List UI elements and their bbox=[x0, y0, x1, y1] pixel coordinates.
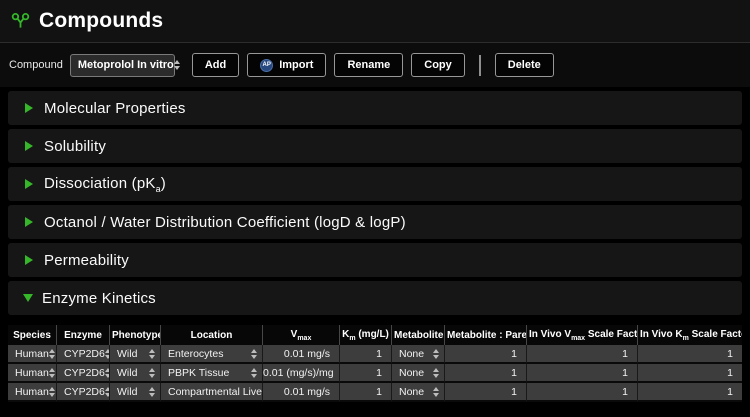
add-button[interactable]: Add bbox=[192, 53, 239, 77]
section-list: Molecular Properties Solubility Dissocia… bbox=[0, 87, 750, 315]
section-enzyme-kinetics[interactable]: Enzyme Kinetics bbox=[8, 281, 742, 315]
location-select[interactable]: Compartmental Liver bbox=[161, 383, 262, 400]
invivo-vmax-scale-factor-field[interactable]: 1 bbox=[527, 364, 638, 383]
updown-spinner-icon[interactable] bbox=[49, 349, 55, 359]
invivo-km-scale-factor-field[interactable]: 1 bbox=[638, 345, 742, 364]
rename-button-label: Rename bbox=[347, 59, 390, 71]
km-field[interactable]: 1 bbox=[340, 345, 392, 364]
header-km: Km (mg/L) bbox=[340, 325, 392, 345]
section-label: Solubility bbox=[44, 138, 106, 155]
location-select[interactable]: PBPK Tissue bbox=[161, 364, 262, 381]
section-label: Permeability bbox=[44, 252, 129, 269]
chevron-right-icon bbox=[25, 255, 33, 265]
metabolite-parent-field[interactable]: 1 bbox=[445, 364, 527, 383]
updown-spinner-icon[interactable] bbox=[174, 60, 180, 70]
updown-spinner-icon[interactable] bbox=[433, 387, 439, 397]
import-button-label: Import bbox=[279, 59, 313, 71]
species-select[interactable]: Human bbox=[8, 383, 56, 400]
header-phenotype: Phenotype bbox=[110, 325, 161, 345]
header-invivo-vmax-scale-factor: In Vivo Vmax Scale Factor bbox=[527, 325, 638, 345]
table-row: Human CYP2D6 Wild Enterocytes 0.01 mg/s … bbox=[8, 345, 742, 364]
header-metabolite: Metabolite bbox=[392, 325, 445, 345]
header-location: Location bbox=[161, 325, 263, 345]
compound-select-value: Metoprolol In vitro bbox=[78, 59, 174, 71]
updown-spinner-icon[interactable] bbox=[49, 368, 55, 378]
updown-spinner-icon[interactable] bbox=[433, 349, 439, 359]
species-select[interactable]: Human bbox=[8, 345, 56, 362]
updown-spinner-icon[interactable] bbox=[149, 387, 155, 397]
invivo-vmax-scale-factor-field[interactable]: 1 bbox=[527, 345, 638, 364]
header-metabolite-parent: Metabolite : Parent bbox=[445, 325, 527, 345]
updown-spinner-icon[interactable] bbox=[149, 368, 155, 378]
compound-select[interactable]: Metoprolol In vitro bbox=[70, 54, 175, 77]
invivo-km-scale-factor-field[interactable]: 1 bbox=[638, 364, 742, 383]
enzyme-select[interactable]: CYP2D6 bbox=[57, 345, 109, 362]
section-dissociation-pka[interactable]: Dissociation (pKa) bbox=[8, 167, 742, 201]
km-field[interactable]: 1 bbox=[340, 364, 392, 383]
delete-button-label: Delete bbox=[508, 59, 541, 71]
updown-spinner-icon[interactable] bbox=[251, 368, 257, 378]
rename-button[interactable]: Rename bbox=[334, 53, 403, 77]
delete-button[interactable]: Delete bbox=[495, 53, 554, 77]
header-enzyme: Enzyme bbox=[57, 325, 110, 345]
enzyme-kinetics-table: Species Enzyme Phenotype Location Vmax K… bbox=[8, 325, 742, 402]
updown-spinner-icon[interactable] bbox=[433, 368, 439, 378]
chevron-right-icon bbox=[25, 179, 33, 189]
vmax-field[interactable]: 0.01 mg/s bbox=[263, 345, 340, 364]
chevron-right-icon bbox=[25, 217, 33, 227]
ap-logo-icon: AP bbox=[260, 59, 273, 72]
updown-spinner-icon[interactable] bbox=[149, 349, 155, 359]
import-button[interactable]: AP Import bbox=[247, 53, 326, 77]
molecule-icon bbox=[11, 12, 30, 31]
section-label: Enzyme Kinetics bbox=[42, 290, 156, 307]
header-vmax: Vmax bbox=[263, 325, 340, 345]
section-permeability[interactable]: Permeability bbox=[8, 243, 742, 277]
phenotype-select[interactable]: Wild bbox=[110, 383, 160, 400]
invivo-vmax-scale-factor-field[interactable]: 1 bbox=[527, 383, 638, 402]
updown-spinner-icon[interactable] bbox=[49, 387, 55, 397]
location-select[interactable]: Enterocytes bbox=[161, 345, 262, 362]
enzyme-select[interactable]: CYP2D6 bbox=[57, 383, 109, 400]
updown-spinner-icon[interactable] bbox=[251, 349, 257, 359]
chevron-right-icon bbox=[25, 103, 33, 113]
chevron-right-icon bbox=[25, 141, 33, 151]
metabolite-parent-field[interactable]: 1 bbox=[445, 383, 527, 402]
section-label: Dissociation (pKa) bbox=[44, 175, 166, 194]
species-select[interactable]: Human bbox=[8, 364, 56, 381]
section-octanol-water-distribution[interactable]: Octanol / Water Distribution Coefficient… bbox=[8, 205, 742, 239]
section-label: Octanol / Water Distribution Coefficient… bbox=[44, 214, 406, 231]
metabolite-parent-field[interactable]: 1 bbox=[445, 345, 527, 364]
add-button-label: Add bbox=[205, 59, 226, 71]
header-species: Species bbox=[8, 325, 57, 345]
title-bar: Compounds bbox=[0, 0, 750, 43]
enzyme-kinetics-panel: Species Enzyme Phenotype Location Vmax K… bbox=[0, 319, 750, 402]
copy-button[interactable]: Copy bbox=[411, 53, 465, 77]
compound-label: Compound bbox=[9, 59, 63, 71]
table-row: Human CYP2D6 Wild Compartmental Liver 0.… bbox=[8, 383, 742, 402]
metabolite-select[interactable]: None bbox=[392, 383, 444, 400]
phenotype-select[interactable]: Wild bbox=[110, 364, 160, 381]
table-header-row: Species Enzyme Phenotype Location Vmax K… bbox=[8, 325, 742, 345]
table-row: Human CYP2D6 Wild PBPK Tissue 0.01 (mg/s… bbox=[8, 364, 742, 383]
section-molecular-properties[interactable]: Molecular Properties bbox=[8, 91, 742, 125]
header-invivo-km-scale-factor: In Vivo Km Scale Factor bbox=[638, 325, 742, 345]
section-solubility[interactable]: Solubility bbox=[8, 129, 742, 163]
enzyme-select[interactable]: CYP2D6 bbox=[57, 364, 109, 381]
metabolite-select[interactable]: None bbox=[392, 345, 444, 362]
metabolite-select[interactable]: None bbox=[392, 364, 444, 381]
km-field[interactable]: 1 bbox=[340, 383, 392, 402]
invivo-km-scale-factor-field[interactable]: 1 bbox=[638, 383, 742, 402]
chevron-down-icon bbox=[23, 294, 33, 302]
vmax-field[interactable]: 0.01 mg/s bbox=[263, 383, 340, 402]
compound-toolbar: Compound Metoprolol In vitro Add AP Impo… bbox=[0, 43, 750, 87]
copy-button-label: Copy bbox=[424, 59, 452, 71]
section-label: Molecular Properties bbox=[44, 100, 186, 117]
vmax-field[interactable]: 0.01 (mg/s)/mg bbox=[263, 364, 340, 383]
toolbar-divider bbox=[479, 55, 481, 76]
page-title: Compounds bbox=[39, 9, 163, 33]
phenotype-select[interactable]: Wild bbox=[110, 345, 160, 362]
